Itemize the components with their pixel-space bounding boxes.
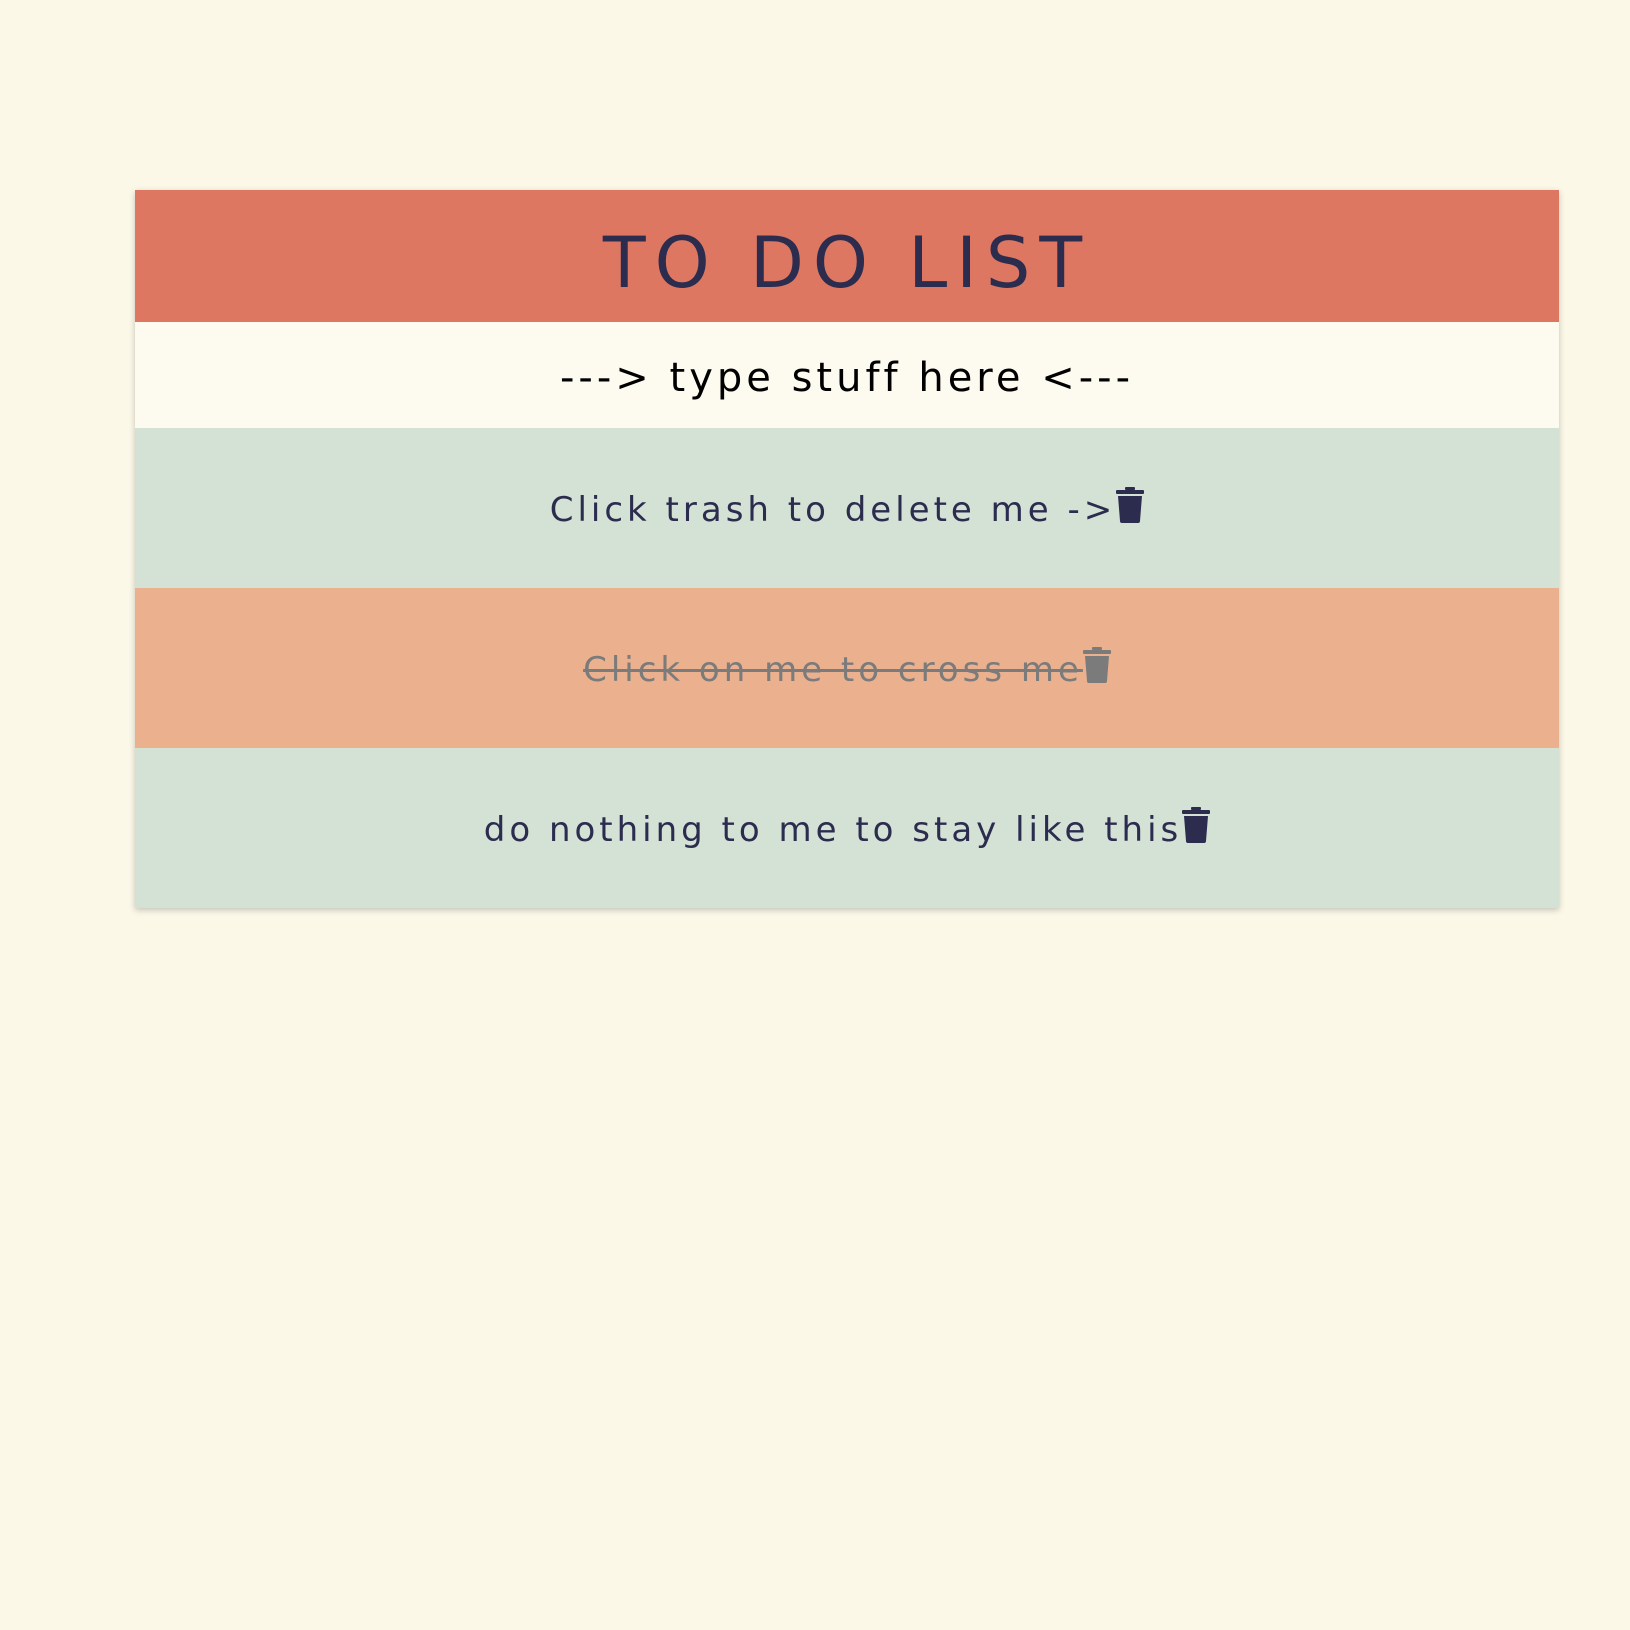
todo-header: TO DO LIST: [135, 190, 1559, 322]
page-title: TO DO LIST: [602, 222, 1092, 304]
todo-item-text: do nothing to me to stay like this: [483, 810, 1183, 850]
new-todo-input[interactable]: [135, 322, 1559, 428]
todo-item-text: Click on me to cross me: [583, 650, 1083, 690]
trash-icon[interactable]: [1182, 807, 1211, 843]
trash-icon[interactable]: [1082, 647, 1111, 683]
todo-list: Click trash to delete me -> Click on me …: [135, 428, 1559, 908]
todo-item[interactable]: Click on me to cross me: [135, 588, 1559, 748]
todo-item[interactable]: Click trash to delete me ->: [135, 428, 1559, 588]
todo-card: TO DO LIST Click trash to delete me -> C…: [135, 190, 1559, 908]
trash-icon[interactable]: [1116, 487, 1145, 523]
todo-item[interactable]: do nothing to me to stay like this: [135, 748, 1559, 908]
todo-item-text: Click trash to delete me ->: [549, 490, 1117, 530]
